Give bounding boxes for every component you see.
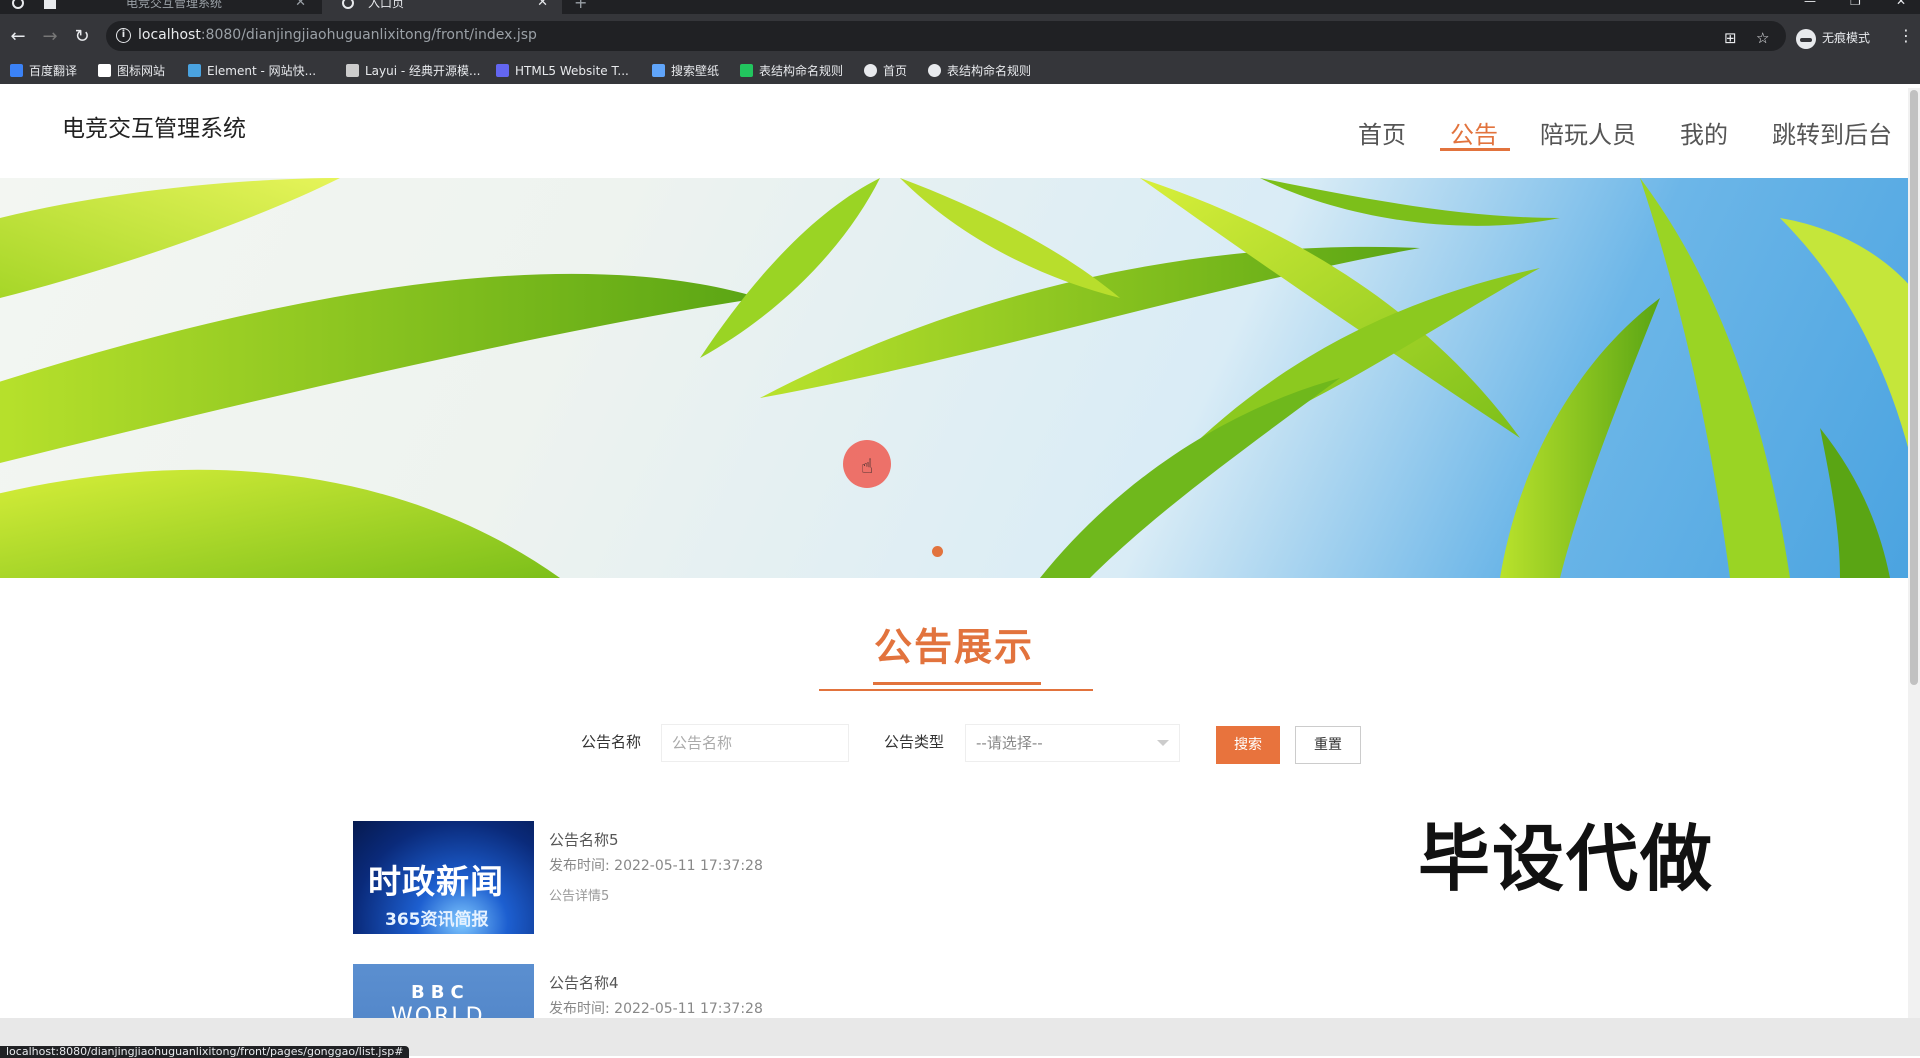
browser-toolbar: ← → ↻ i localhost:8080/dianjingjiaohugua… bbox=[0, 14, 1920, 62]
carousel-indicator-dot[interactable] bbox=[932, 546, 943, 557]
star-icon[interactable]: ☆ bbox=[1756, 29, 1769, 47]
bookmark-label: HTML5 Website T... bbox=[515, 64, 629, 78]
minimize-icon[interactable]: — bbox=[1804, 0, 1816, 8]
url-host: localhost bbox=[138, 27, 201, 43]
nav-active-underline bbox=[1440, 148, 1510, 151]
notice-time: 发布时间: 2022-05-11 17:37:28 bbox=[549, 1001, 763, 1017]
bookmark-wallpaper[interactable]: 搜索壁纸 bbox=[652, 62, 719, 80]
watermark-text: 毕设代做 bbox=[1418, 817, 1715, 901]
thumbnail-subheading: 365资讯简报 bbox=[385, 910, 489, 930]
banner-carousel[interactable]: ☝ bbox=[0, 178, 1920, 578]
bookmark-label: 百度翻译 bbox=[29, 64, 78, 78]
nav-notice[interactable]: 公告 bbox=[1450, 115, 1498, 150]
notice-name-label: 公告名称 bbox=[581, 733, 642, 751]
restore-icon[interactable]: ❐ bbox=[1850, 0, 1861, 8]
bookmark-layui[interactable]: Layui - 经典开源模... bbox=[346, 62, 480, 80]
back-icon[interactable]: ← bbox=[5, 24, 31, 50]
bamboo-leaves-image bbox=[0, 178, 1920, 578]
search-button[interactable]: 搜索 bbox=[1216, 726, 1280, 764]
status-url: localhost:8080/dianjingjiaohuguanlixiton… bbox=[0, 1046, 410, 1058]
notice-type-select[interactable]: --请选择-- bbox=[965, 724, 1180, 762]
bookmark-label: 图标网站 bbox=[117, 64, 166, 78]
incognito-indicator[interactable]: 无痕模式 bbox=[1796, 26, 1870, 50]
caret-down-icon bbox=[1157, 740, 1169, 746]
reset-button[interactable]: 重置 bbox=[1295, 726, 1361, 764]
tab-title: 入口页 bbox=[368, 0, 405, 10]
tab-search-icon[interactable] bbox=[44, 0, 64, 14]
address-bar[interactable]: i localhost:8080/dianjingjiaohuguanlixit… bbox=[106, 21, 1786, 51]
bookmark-label: 首页 bbox=[883, 64, 908, 78]
nav-admin[interactable]: 跳转到后台 bbox=[1772, 115, 1892, 150]
bookmark-home[interactable]: 首页 bbox=[864, 62, 907, 80]
bookmark-table-naming[interactable]: 表结构命名规则 bbox=[740, 62, 843, 80]
window-close-icon[interactable]: ✕ bbox=[1896, 0, 1906, 8]
tab-entry[interactable]: 入口页 ✕ bbox=[322, 0, 562, 14]
notice-type-label: 公告类型 bbox=[884, 733, 945, 751]
notice-name-input[interactable] bbox=[661, 724, 849, 762]
page-scrollbar[interactable] bbox=[1908, 88, 1920, 1018]
info-icon[interactable]: i bbox=[116, 28, 131, 43]
hand-cursor-icon: ☝ bbox=[861, 454, 874, 478]
translate-icon[interactable]: ⊞ bbox=[1724, 29, 1737, 47]
thumbnail-heading: BBC bbox=[411, 982, 470, 1003]
bookmark-html5[interactable]: HTML5 Website T... bbox=[496, 62, 629, 80]
notice-thumbnail[interactable]: BBC WORLD bbox=[353, 964, 534, 1018]
bookmark-baidu-translate[interactable]: 百度翻译 bbox=[10, 62, 77, 80]
browser-tab-strip: 电竞交互管理系统 ✕ 入口页 ✕ + — ❐ ✕ bbox=[0, 0, 1920, 14]
notice-name[interactable]: 公告名称5 bbox=[549, 829, 619, 850]
new-tab-button[interactable]: + bbox=[574, 0, 594, 14]
layui-logo-icon bbox=[346, 64, 359, 77]
nav-home[interactable]: 首页 bbox=[1358, 115, 1406, 150]
html5-icon bbox=[496, 64, 509, 77]
incognito-icon bbox=[1796, 28, 1816, 49]
bookmark-element[interactable]: Element - 网站快... bbox=[188, 62, 316, 80]
notice-item[interactable]: BBC WORLD 公告名称4 发布时间: 2022-05-11 17:37:2… bbox=[353, 964, 1253, 1018]
bookmark-label: 表结构命名规则 bbox=[759, 64, 844, 78]
bookmark-label: Layui - 经典开源模... bbox=[365, 64, 481, 78]
browser-menu-icon[interactable]: ⋮ bbox=[1898, 26, 1914, 45]
notice-time: 发布时间: 2022-05-11 17:37:28 bbox=[549, 858, 763, 874]
bookmark-label: 表结构命名规则 bbox=[947, 64, 1032, 78]
element-logo-icon bbox=[188, 64, 201, 77]
site-title: 电竞交互管理系统 bbox=[62, 116, 246, 142]
url-path: :8080/dianjingjiaohuguanlixitong/front/i… bbox=[200, 27, 537, 43]
tab-admin[interactable]: 电竞交互管理系统 ✕ bbox=[80, 0, 320, 14]
title-divider-short bbox=[873, 682, 1041, 685]
nav-mine[interactable]: 我的 bbox=[1680, 115, 1728, 150]
bookmark-icon-site[interactable]: 图标网站 bbox=[98, 62, 165, 80]
site-header: 电竞交互管理系统 首页 公告 陪玩人员 我的 跳转到后台 bbox=[0, 88, 1920, 178]
bookmarks-bar: 百度翻译 图标网站 Element - 网站快... Layui - 经典开源模… bbox=[0, 56, 1920, 84]
notice-detail: 公告详情5 bbox=[549, 889, 610, 904]
tab-title: 电竞交互管理系统 bbox=[126, 0, 223, 10]
scrollbar-thumb[interactable] bbox=[1910, 90, 1918, 685]
browser-profile-icon[interactable] bbox=[0, 0, 30, 14]
wallpaper-icon bbox=[652, 64, 665, 77]
bookmark-table-naming-2[interactable]: 表结构命名规则 bbox=[928, 62, 1031, 80]
reload-icon[interactable]: ↻ bbox=[69, 24, 95, 50]
select-value: --请选择-- bbox=[976, 734, 1043, 752]
globe-icon bbox=[864, 64, 877, 77]
bookmark-label: 搜索壁纸 bbox=[671, 64, 720, 78]
forward-icon[interactable]: → bbox=[37, 24, 63, 50]
bookmark-label: Element - 网站快... bbox=[207, 64, 317, 78]
page-content: 电竞交互管理系统 首页 公告 陪玩人员 我的 跳转到后台 ☝ 公告展示 公告名称… bbox=[0, 88, 1920, 1018]
nav-companions[interactable]: 陪玩人员 bbox=[1540, 115, 1636, 150]
sheet-icon bbox=[740, 64, 753, 77]
title-divider-long bbox=[819, 689, 1093, 691]
close-icon[interactable]: ✕ bbox=[537, 0, 548, 14]
thumbnail-heading: 时政新闻 bbox=[368, 862, 504, 901]
incognito-label: 无痕模式 bbox=[1822, 31, 1871, 45]
notice-thumbnail[interactable]: 时政新闻 365资讯简报 bbox=[353, 821, 534, 934]
address-url[interactable]: localhost:8080/dianjingjiaohuguanlixiton… bbox=[138, 27, 537, 43]
section-title: 公告展示 bbox=[873, 625, 1034, 669]
close-icon[interactable]: ✕ bbox=[295, 0, 306, 14]
notice-item[interactable]: 时政新闻 365资讯简报 公告名称5 发布时间: 2022-05-11 17:3… bbox=[353, 821, 1253, 941]
globe-icon bbox=[928, 64, 941, 77]
notice-name[interactable]: 公告名称4 bbox=[549, 972, 619, 993]
translate-icon bbox=[10, 64, 23, 77]
flag-icon bbox=[98, 64, 111, 77]
globe-icon bbox=[342, 0, 354, 9]
thumbnail-subheading: WORLD bbox=[391, 1004, 485, 1018]
